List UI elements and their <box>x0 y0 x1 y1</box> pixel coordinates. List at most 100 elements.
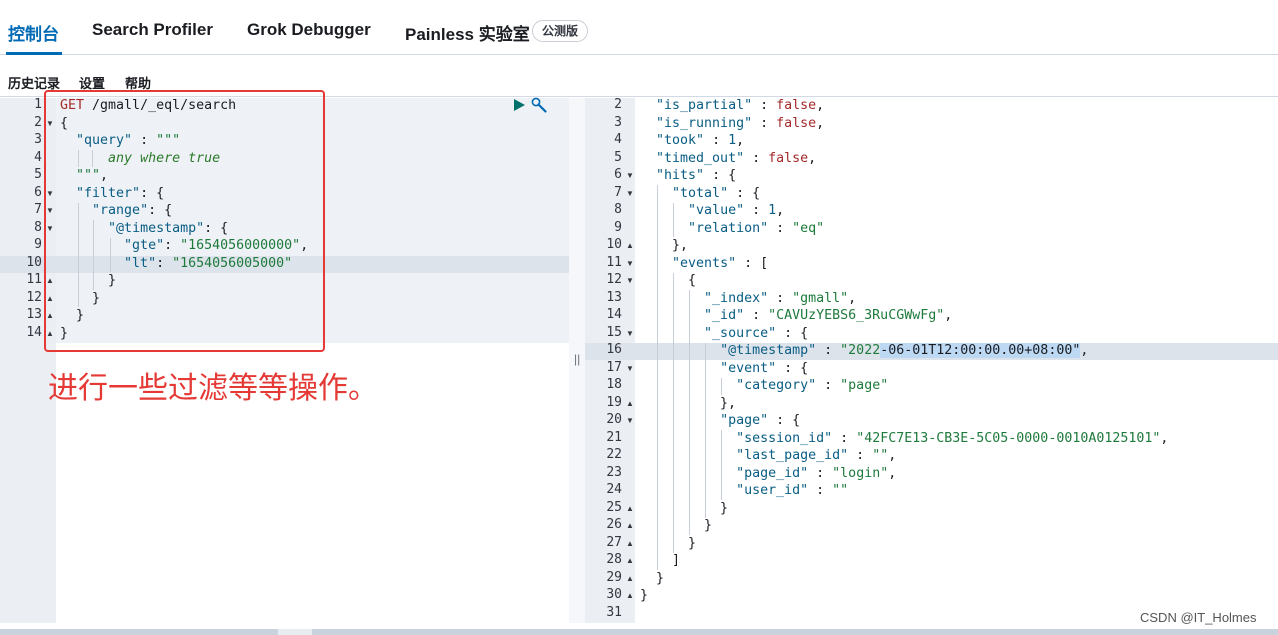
code-line[interactable]: "event" : { <box>640 360 808 377</box>
fold-open-icon[interactable]: ▼ <box>626 171 634 180</box>
line-number: 5 <box>614 149 622 165</box>
line-number: 11 <box>606 254 622 270</box>
fold-close-icon[interactable]: ▲ <box>626 399 634 408</box>
fold-open-icon[interactable]: ▼ <box>626 276 634 285</box>
code-line[interactable]: }, <box>640 395 736 412</box>
line-number: 8 <box>34 219 42 235</box>
fold-close-icon[interactable]: ▲ <box>626 521 634 530</box>
tab-search-profiler[interactable]: Search Profiler <box>92 20 213 40</box>
watermark: CSDN @IT_Holmes <box>1140 610 1257 625</box>
line-number: 24 <box>606 482 622 497</box>
code-line[interactable]: }, <box>640 237 688 254</box>
horizontal-scrollbar[interactable] <box>0 629 1278 635</box>
code-line[interactable]: "page_id" : "login", <box>640 465 896 482</box>
code-line[interactable]: "is_running" : false, <box>640 115 824 132</box>
fold-open-icon[interactable]: ▼ <box>626 416 634 425</box>
fold-close-icon[interactable]: ▲ <box>626 504 634 513</box>
tab-grok-debugger[interactable]: Grok Debugger <box>247 20 371 40</box>
code-line[interactable]: "timed_out" : false, <box>640 150 816 167</box>
line-number: 31 <box>606 604 622 620</box>
line-number: 3 <box>614 114 622 130</box>
code-line[interactable]: "relation" : "eq" <box>640 220 824 237</box>
code-line[interactable]: "total" : { <box>640 185 760 202</box>
line-number: 7 <box>614 184 622 200</box>
line-number: 5 <box>34 167 42 182</box>
play-icon[interactable] <box>512 98 526 112</box>
code-line[interactable]: "_source" : { <box>640 325 808 342</box>
line-number: 21 <box>606 429 622 445</box>
line-number: 4 <box>614 132 622 147</box>
code-line[interactable]: "value" : 1, <box>640 202 784 219</box>
wrench-icon[interactable] <box>530 96 548 114</box>
code-line[interactable]: "last_page_id" : "", <box>640 447 896 464</box>
fold-close-icon[interactable]: ▲ <box>626 241 634 250</box>
top-tabs: 控制台 Search Profiler Grok Debugger Painle… <box>0 0 1278 55</box>
code-line[interactable]: "_id" : "CAVUzYEBS6_3RuCGWwFg", <box>640 307 952 324</box>
line-number: 10 <box>26 254 42 270</box>
code-line[interactable]: } <box>640 535 696 552</box>
line-number: 4 <box>34 149 42 165</box>
fold-open-icon[interactable]: ▼ <box>626 329 634 338</box>
line-number: 14 <box>26 324 42 340</box>
line-number: 20 <box>606 412 622 427</box>
code-line[interactable]: "_index" : "gmall", <box>640 290 856 307</box>
line-number: 8 <box>614 202 622 217</box>
code-line[interactable]: } <box>640 500 728 517</box>
fold-open-icon[interactable]: ▼ <box>626 189 634 198</box>
annotation-text: 进行一些过滤等等操作。 <box>48 371 378 406</box>
line-number: 16 <box>606 342 622 357</box>
line-number: 10 <box>606 237 622 252</box>
code-line[interactable]: "events" : [ <box>640 255 768 272</box>
line-number: 27 <box>606 534 622 550</box>
scrollbar-thumb[interactable] <box>278 629 312 635</box>
line-number: 14 <box>606 307 622 322</box>
line-number: 13 <box>26 307 42 322</box>
beta-badge: 公测版 <box>532 20 589 42</box>
line-number: 17 <box>606 359 622 375</box>
line-number: 7 <box>34 202 42 217</box>
code-line[interactable]: "category" : "page" <box>640 377 888 394</box>
line-number: 12 <box>606 272 622 287</box>
fold-close-icon[interactable]: ▲ <box>626 539 634 548</box>
fold-close-icon[interactable]: ▲ <box>626 574 634 583</box>
fold-close-icon[interactable]: ▲ <box>626 591 634 600</box>
line-number: 11 <box>26 272 42 287</box>
code-line[interactable]: "hits" : { <box>640 167 736 184</box>
line-number: 26 <box>606 517 622 532</box>
line-number: 15 <box>606 324 622 340</box>
code-line[interactable]: } <box>640 570 664 587</box>
line-number: 28 <box>606 552 622 567</box>
line-number: 9 <box>34 237 42 252</box>
line-number: 22 <box>606 447 622 462</box>
line-number: 3 <box>34 132 42 147</box>
code-line[interactable]: ] <box>640 552 680 569</box>
line-number: 19 <box>606 394 622 410</box>
line-number: 2 <box>614 97 622 112</box>
fold-close-icon[interactable]: ▲ <box>626 556 634 565</box>
fold-open-icon[interactable]: ▼ <box>626 259 634 268</box>
tab-console[interactable]: 控制台 <box>8 20 59 45</box>
line-number: 1 <box>34 97 42 112</box>
line-number: 6 <box>614 167 622 182</box>
code-line[interactable]: } <box>640 587 648 604</box>
line-number: 13 <box>606 289 622 305</box>
annotation-highlight-box <box>44 90 325 352</box>
line-number: 25 <box>606 499 622 515</box>
code-line[interactable]: "@timestamp" : "2022-06-01T12:00:00.00+0… <box>640 342 1088 359</box>
code-line[interactable]: } <box>640 517 712 534</box>
code-line[interactable]: "is_partial" : false, <box>640 97 824 114</box>
line-number: 23 <box>606 464 622 480</box>
code-line[interactable]: "took" : 1, <box>640 132 744 149</box>
line-number: 12 <box>26 289 42 305</box>
line-number: 30 <box>606 587 622 602</box>
code-line[interactable]: "page" : { <box>640 412 800 429</box>
line-number: 6 <box>34 184 42 200</box>
tab-painless-lab[interactable]: Painless 实验室 <box>405 20 530 45</box>
code-line[interactable]: { <box>640 272 696 289</box>
line-number: 9 <box>614 219 622 235</box>
code-line[interactable]: "session_id" : "42FC7E13-CB3E-5C05-0000-… <box>640 430 1168 447</box>
line-number: 2 <box>34 114 42 130</box>
fold-open-icon[interactable]: ▼ <box>626 364 634 373</box>
code-line[interactable]: "user_id" : "" <box>640 482 848 499</box>
line-number: 29 <box>606 569 622 585</box>
